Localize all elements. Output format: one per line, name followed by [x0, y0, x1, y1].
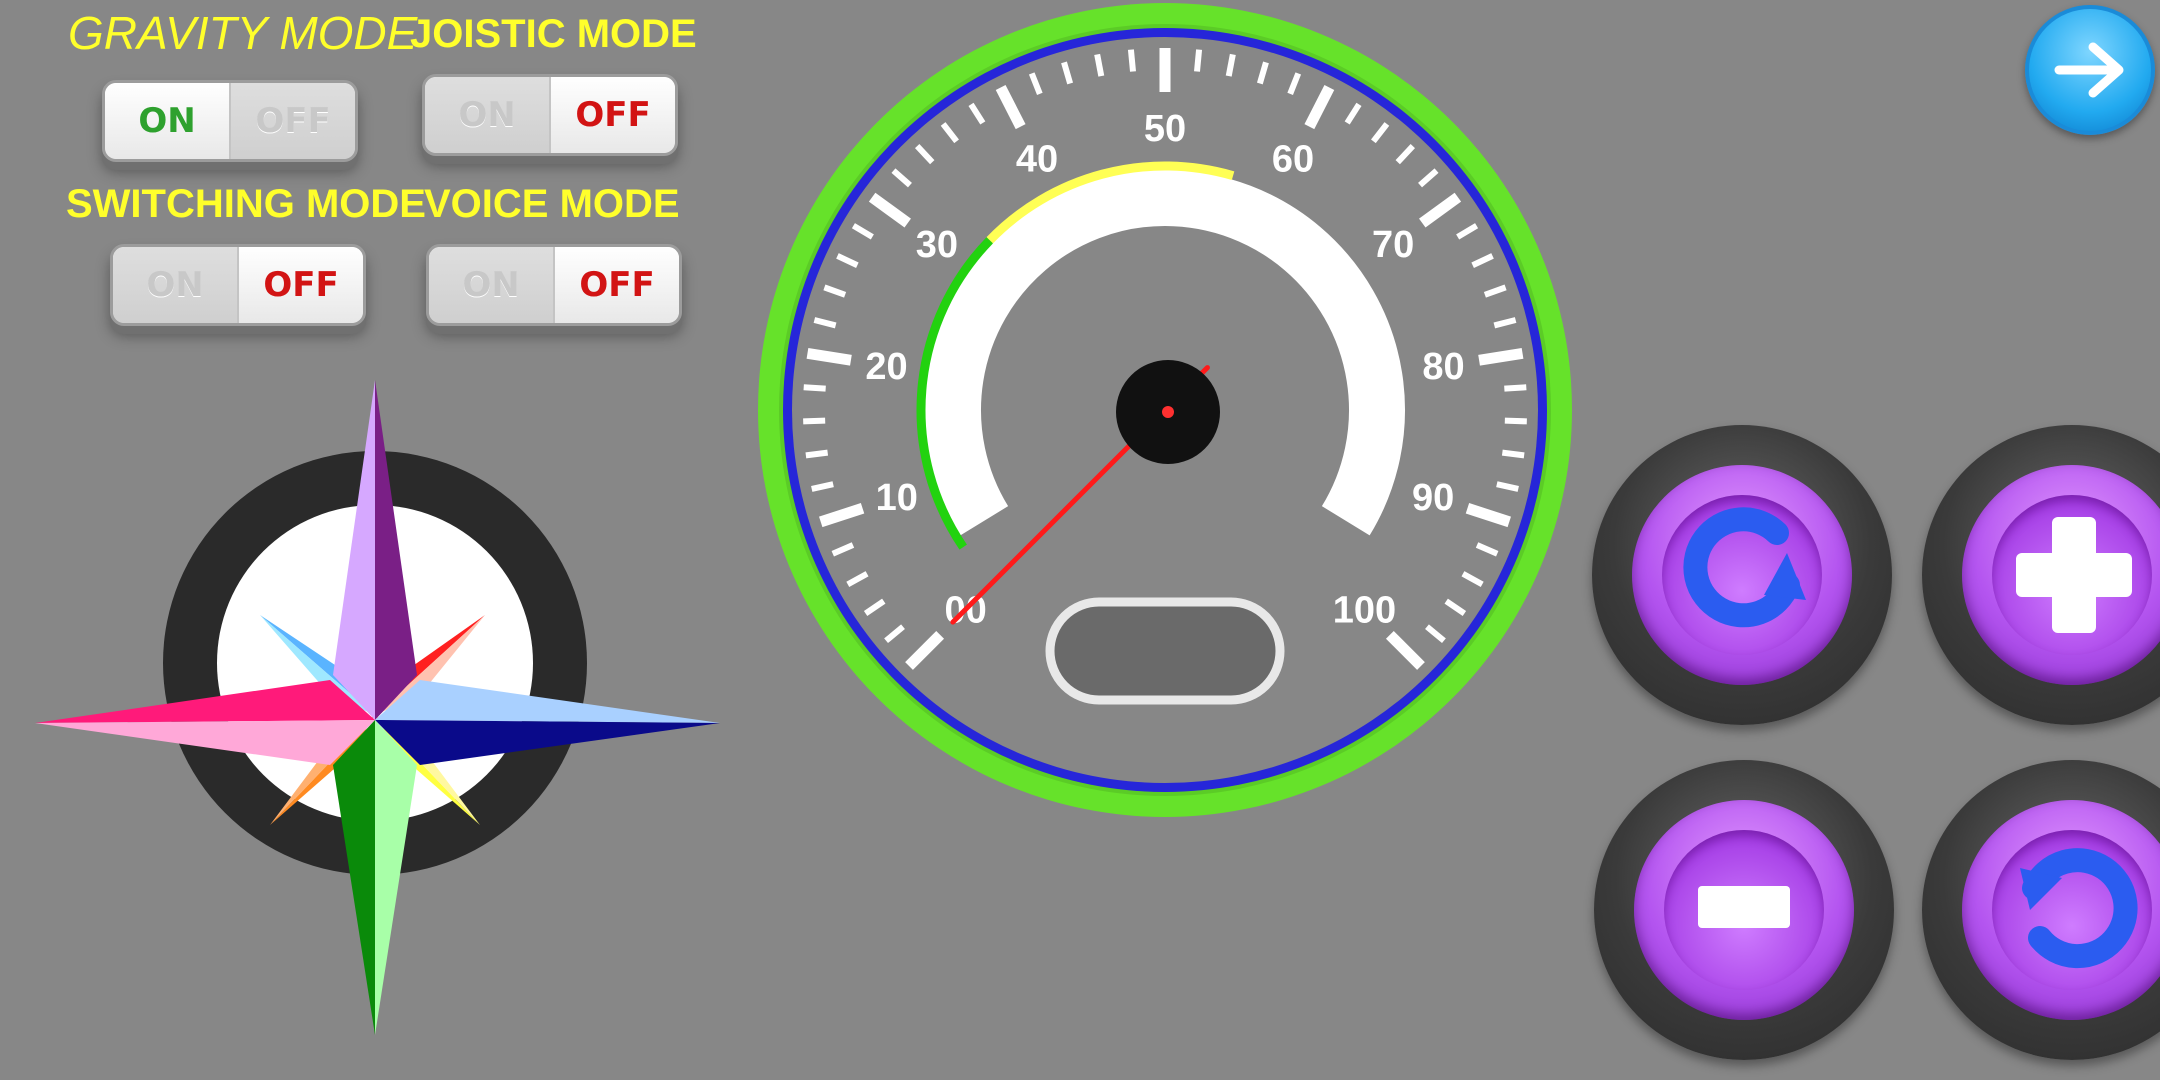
voice-off-text: OFF [579, 265, 655, 305]
gravity-off-text: OFF [255, 101, 331, 141]
gauge-hub-dot [1162, 406, 1174, 418]
gauge-minor-tick [1501, 449, 1525, 459]
gauge-major-tick [806, 347, 852, 366]
next-button[interactable] [2025, 5, 2155, 135]
switching-mode-toggle[interactable]: ON OFF [110, 244, 366, 326]
joystick-mode-toggle[interactable]: ON OFF [422, 74, 678, 156]
gauge-minor-tick [803, 384, 826, 392]
joystick-off-option[interactable]: OFF [551, 77, 675, 153]
gauge-tick-label: 60 [1272, 139, 1314, 181]
voice-mode-toggle[interactable]: ON OFF [426, 244, 682, 326]
gauge-minor-tick [1504, 384, 1527, 392]
gauge-tick-label: 40 [1016, 139, 1058, 181]
rotate-clockwise-icon [1683, 507, 1806, 628]
gravity-mode-label: GRAVITY MODE [68, 7, 418, 59]
gauge-tick-label: 100 [1333, 589, 1396, 631]
arrow-right-icon [2054, 42, 2124, 98]
compass-rose-icon[interactable] [30, 375, 730, 1045]
gravity-on-option[interactable]: ON [105, 83, 231, 159]
gauge-minor-tick [1094, 53, 1105, 77]
voice-off-option[interactable]: OFF [555, 247, 679, 323]
plus-icon [2016, 517, 2132, 633]
speedometer: 00102030405060708090100 [750, 0, 1580, 830]
speedometer-dial: 00102030405060708090100 [758, 3, 1572, 817]
minus-icon [1698, 886, 1790, 928]
gauge-minor-tick [803, 417, 826, 425]
switching-mode-label: SWITCHING MODE [66, 182, 426, 226]
switching-off-text: OFF [263, 265, 339, 305]
rotate-counterclockwise-icon [2020, 848, 2138, 969]
voice-mode-label: VOICE MODE [424, 182, 680, 226]
voice-on-option[interactable]: ON [429, 247, 555, 323]
gravity-off-option[interactable]: OFF [231, 83, 355, 159]
gauge-minor-tick [1127, 49, 1136, 72]
gauge-tick-label: 10 [876, 477, 918, 519]
gauge-tick-label: 70 [1372, 224, 1414, 266]
minus-button[interactable] [1594, 760, 1894, 1060]
gauge-tick-label: 80 [1422, 346, 1464, 388]
gauge-tick-label: 90 [1412, 477, 1454, 519]
gauge-minor-tick [1225, 53, 1236, 77]
gauge-minor-tick [1194, 49, 1203, 72]
joystick-mode-label: JOISTIC MODE [410, 12, 697, 56]
switching-on-option[interactable]: ON [113, 247, 239, 323]
switching-off-option[interactable]: OFF [239, 247, 363, 323]
gauge-tick-label: 50 [1144, 108, 1186, 150]
joystick-on-text: ON [458, 95, 516, 135]
gauge-major-tick [1478, 347, 1524, 366]
switching-on-text: ON [146, 265, 204, 305]
rotate-counterclockwise-button[interactable] [1922, 760, 2160, 1060]
gauge-tick-label: 30 [916, 224, 958, 266]
gauge-minor-tick [1504, 417, 1527, 425]
rotate-clockwise-button[interactable] [1592, 425, 1892, 725]
gravity-on-text: ON [138, 101, 196, 141]
gauge-tick-label: 20 [865, 346, 907, 388]
gauge-minor-tick [805, 449, 829, 459]
gravity-mode-toggle[interactable]: ON OFF [102, 80, 358, 162]
plus-button[interactable] [1922, 425, 2160, 725]
joystick-off-text: OFF [575, 95, 651, 135]
joystick-on-option[interactable]: ON [425, 77, 551, 153]
speed-readout-box [1045, 597, 1285, 705]
voice-on-text: ON [462, 265, 520, 305]
